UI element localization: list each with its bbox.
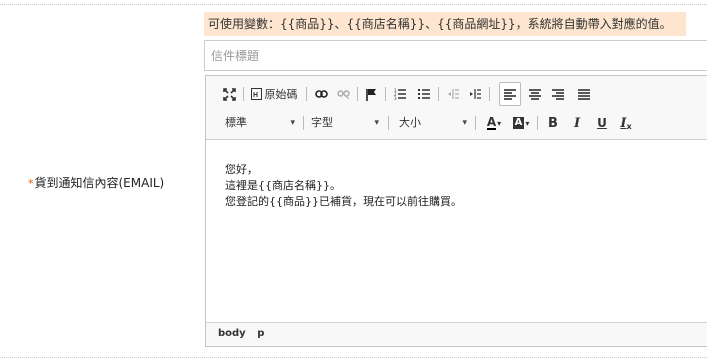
align-left-icon[interactable] [499, 82, 521, 106]
chevron-down-icon: ▾ [525, 118, 530, 128]
source-button-label: 原始碼 [264, 88, 298, 101]
toolbar-separator [385, 87, 386, 101]
toolbar-separator [438, 87, 439, 101]
anchor-flag-icon[interactable] [362, 84, 380, 104]
maximize-icon[interactable] [220, 84, 238, 104]
toolbar-separator [306, 87, 307, 101]
bottom-divider [0, 357, 707, 358]
svg-text:3: 3 [394, 96, 397, 100]
element-path-bar: body p [206, 322, 707, 346]
underline-label: U [597, 116, 607, 130]
background-color-button[interactable]: A ▾ [510, 113, 532, 133]
align-right-icon[interactable] [549, 84, 567, 104]
numbered-list-icon[interactable]: 123 [391, 84, 409, 104]
chevron-down-icon: ▾ [374, 118, 379, 128]
toolbar-separator [357, 87, 358, 101]
rich-text-editor: 原始碼 123 標準 ▾ 字型 ▾ 大小 ▾ A ▾ A ▾ B I U I x… [205, 75, 707, 347]
chevron-down-icon: ▾ [290, 118, 295, 128]
font-combo-value: 字型 [311, 116, 333, 129]
field-label-text: 貨到通知信內容(EMAIL) [34, 176, 165, 190]
editor-content[interactable]: 您好， 這裡是{{商店名稱}}。 您登記的{{商品}}已補貨，現在可以前往購買。 [206, 140, 707, 322]
align-justify-icon[interactable] [575, 84, 593, 104]
toolbar-separator [243, 87, 244, 101]
top-divider [0, 4, 707, 5]
link-icon[interactable] [312, 84, 330, 104]
bold-label: B [548, 115, 558, 131]
toolbar-separator [489, 87, 490, 101]
size-combo[interactable]: 大小 ▾ [399, 114, 467, 132]
toolbar-separator [388, 116, 389, 130]
unlink-icon[interactable] [334, 84, 352, 104]
size-combo-value: 大小 [399, 116, 421, 129]
text-color-label: A [486, 115, 497, 130]
editor-toolbar: 原始碼 123 標準 ▾ 字型 ▾ 大小 ▾ A ▾ A ▾ B I U I x [206, 76, 707, 140]
source-button[interactable]: 原始碼 [248, 84, 300, 104]
outdent-icon[interactable] [444, 84, 462, 104]
field-label: *貨到通知信內容(EMAIL) [28, 174, 164, 191]
email-subject-input[interactable] [204, 40, 707, 71]
path-item-p[interactable]: p [257, 328, 264, 339]
toolbar-separator [537, 116, 538, 130]
toolbar-separator [475, 116, 476, 130]
variables-hint: 可使用變數：{{商品}}、{{商店名稱}}、{{商品網址}}，系統將自動帶入對應… [204, 12, 686, 36]
remove-format-button[interactable]: Ix [617, 113, 635, 133]
content-line: 這裡是{{商店名稱}}。 [225, 179, 341, 192]
italic-button[interactable]: I [568, 113, 586, 133]
required-mark: * [28, 177, 34, 190]
chevron-down-icon: ▾ [462, 118, 467, 128]
align-center-icon[interactable] [526, 84, 544, 104]
italic-label: I [573, 115, 581, 131]
content-line: 您好， [225, 163, 258, 176]
underline-button[interactable]: U [593, 113, 611, 133]
remove-format-sub: x [626, 122, 632, 131]
format-combo[interactable]: 標準 ▾ [225, 114, 295, 132]
bold-button[interactable]: B [544, 113, 562, 133]
font-combo[interactable]: 字型 ▾ [311, 114, 379, 132]
bulleted-list-icon[interactable] [415, 84, 433, 104]
format-combo-value: 標準 [225, 116, 247, 129]
bg-color-label: A [512, 117, 525, 129]
text-color-button[interactable]: A ▾ [483, 113, 505, 133]
content-line: 您登記的{{商品}}已補貨，現在可以前往購買。 [225, 195, 462, 208]
indent-icon[interactable] [466, 84, 484, 104]
path-item-body[interactable]: body [218, 328, 246, 339]
chevron-down-icon: ▾ [497, 118, 502, 128]
toolbar-separator [303, 116, 304, 130]
